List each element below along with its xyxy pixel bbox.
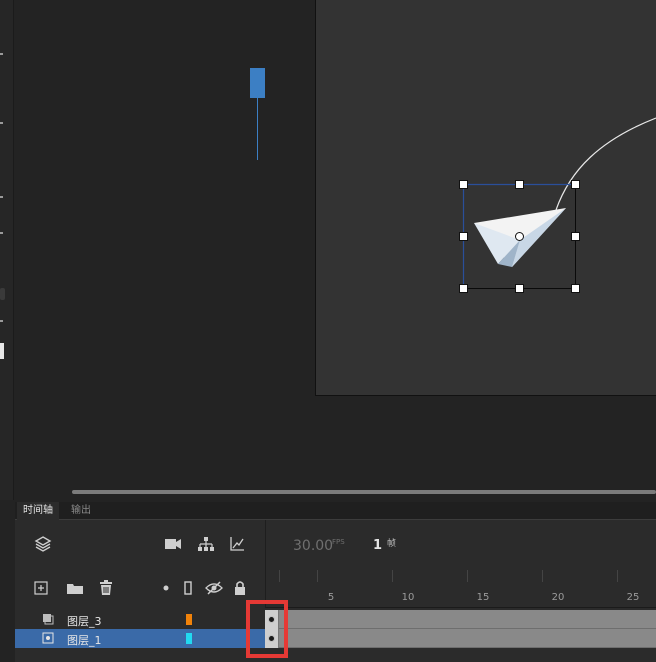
layer-header-selected[interactable]: 图层_1: [15, 629, 265, 648]
folder-icon[interactable]: [65, 580, 85, 596]
layer-color-swatch[interactable]: [186, 614, 192, 625]
motion-path: [555, 117, 656, 211]
fps-display: 30.00 FPS 1 帧: [265, 520, 656, 570]
ruler-label-20: 20: [551, 592, 565, 603]
graph-icon[interactable]: [227, 535, 247, 553]
lock-icon[interactable]: [232, 579, 248, 597]
tab-output[interactable]: 输出: [65, 502, 97, 520]
eye-hidden-icon[interactable]: [204, 580, 224, 596]
ruler-major-tick: [279, 570, 280, 582]
camera-icon[interactable]: [163, 536, 183, 552]
tab-timeline[interactable]: 时间轴: [17, 502, 59, 520]
ruler-label-10: 10: [401, 592, 415, 603]
ruler-major-tick: [467, 570, 468, 582]
outline-icon[interactable]: [181, 580, 195, 596]
fps-unit: FPS: [332, 538, 345, 546]
frame-ruler[interactable]: 5 10 15 20 25: [265, 570, 656, 608]
layer-row[interactable]: 图层_3: [15, 610, 656, 629]
layer-color-swatch[interactable]: [186, 633, 192, 644]
ruler-major-tick: [617, 570, 618, 582]
layers-icon[interactable]: [33, 534, 53, 554]
highlight-box: [246, 600, 288, 658]
ruler-major-tick: [542, 570, 543, 582]
layer-header[interactable]: 图层_3: [15, 610, 265, 629]
horizontal-scrollbar[interactable]: [72, 490, 656, 494]
ruler-label-25: 25: [626, 592, 640, 603]
trash-icon[interactable]: [97, 579, 115, 597]
layer-name[interactable]: 图层_1: [67, 632, 102, 648]
fps-value[interactable]: 30.00: [293, 538, 333, 554]
transform-point: [515, 232, 524, 241]
layer-type-icon: [41, 631, 55, 645]
ruler-label-15: 15: [476, 592, 490, 603]
add-layer-icon[interactable]: [33, 580, 49, 596]
panel-tabs: 时间轴 输出: [15, 502, 656, 520]
current-frame[interactable]: 1: [373, 538, 382, 553]
playhead[interactable]: [250, 68, 265, 98]
layer-name[interactable]: 图层_3: [67, 613, 102, 629]
app-window: 时间轴 输出 30.00 FPS 1 帧 5 10 15 20 25 图层_3 …: [0, 0, 656, 662]
hierarchy-icon[interactable]: [196, 535, 216, 553]
layer-type-icon: [41, 612, 55, 626]
dot-icon[interactable]: [160, 582, 172, 594]
layer-frames[interactable]: [265, 629, 656, 648]
playhead-line: [257, 98, 258, 160]
layer-frames[interactable]: [265, 610, 656, 629]
ruler-label-5: 5: [327, 592, 335, 603]
ruler-major-tick: [392, 570, 393, 582]
layer-row[interactable]: 图层_1: [15, 629, 656, 648]
stage-artwork: [459, 117, 656, 293]
frame-unit: 帧: [387, 539, 397, 549]
ruler-major-tick: [317, 570, 318, 582]
